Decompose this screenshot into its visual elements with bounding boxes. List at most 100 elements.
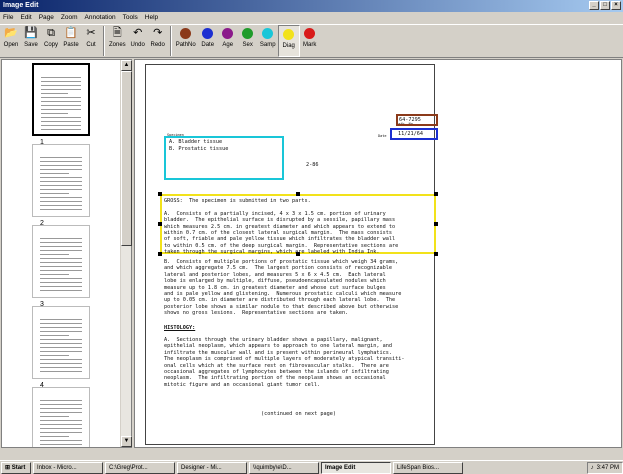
paste-icon: 📋 (64, 27, 78, 39)
thumbnail-text-line (40, 165, 82, 166)
maximize-button[interactable]: □ (600, 1, 610, 10)
redo-arrow-icon: ↷ (153, 27, 163, 39)
histology-paragraph: A. Sections through the urinary bladder … (164, 337, 405, 388)
clock: 3:47 PM (596, 464, 619, 471)
diag-label: Diag (282, 43, 295, 49)
window-controls: _ □ × (589, 1, 621, 10)
thumbnail-text-line (40, 355, 69, 356)
diag-button[interactable]: Diag (277, 25, 300, 57)
redo-button[interactable]: ↷ Redo (148, 25, 168, 57)
page-thumbnail[interactable] (32, 225, 90, 298)
windows-logo-icon: ⊞ (5, 464, 11, 471)
undo-label: Undo (130, 42, 145, 48)
specimen-code: 2-86 (306, 162, 319, 168)
blue-dot-icon (200, 26, 216, 40)
date-button[interactable]: Date (198, 25, 218, 57)
scrollbar-thumb[interactable] (121, 71, 132, 246)
thumbnail-text-line (40, 197, 82, 198)
zones-page-icon: 🗎 (112, 27, 122, 39)
thumbnail-text-line (41, 125, 81, 126)
task-list: Inbox - Micro... C:\Greg\Prot... Designer … (33, 461, 463, 474)
age-label: Age (222, 42, 234, 48)
sex-button[interactable]: Sex (238, 25, 258, 57)
thumbnail-text-line (40, 169, 82, 170)
thumbnail-text-line (40, 351, 82, 352)
mark-button[interactable]: Mark (300, 25, 320, 57)
thumbnail-text-line (40, 440, 82, 441)
redo-label: Redo (150, 42, 165, 48)
undo-button[interactable]: ↶ Undo (128, 25, 148, 57)
page-thumbnail[interactable] (32, 63, 90, 136)
samp-button[interactable]: Samp (258, 25, 278, 57)
thumbnail-text-line (41, 121, 81, 122)
thumbnail-text-line (40, 274, 69, 275)
thumbnail-text-line (40, 432, 82, 433)
toolbar-separator (103, 26, 105, 56)
cut-button[interactable]: ✂ Cut (81, 25, 101, 57)
pathno-button[interactable]: PathNo (174, 25, 198, 57)
resize-handle[interactable] (158, 252, 162, 256)
thumbnail-scrollbar[interactable]: ▲ ▼ (120, 60, 132, 447)
scroll-up-arrow-icon[interactable]: ▲ (121, 60, 132, 71)
page-thumbnail[interactable] (32, 144, 90, 217)
age-button[interactable]: Age (218, 25, 238, 57)
thumbnail-text-line (40, 343, 82, 344)
red-dot-icon (302, 26, 318, 40)
thumbnail-text-line (40, 282, 82, 283)
taskbar-task[interactable]: \\quimby\e\D... (249, 461, 319, 474)
cyan-dot-icon (260, 26, 276, 40)
minimize-button[interactable]: _ (589, 1, 599, 10)
thumbnail-text-line (41, 105, 81, 106)
thumbnail-text-line (40, 347, 82, 348)
close-button[interactable]: × (611, 1, 621, 10)
thumbnail-text-line (41, 113, 68, 114)
document-viewer[interactable]: Path. No. 64-7295 Date 11/21/64 Specimen… (134, 59, 622, 448)
image-edit-window: Image Edit _ □ × File Edit Page Zoom Ann… (0, 0, 623, 474)
page-thumbnail[interactable] (32, 387, 90, 447)
menu-edit[interactable]: Edit (20, 12, 31, 23)
continued-note: (continued on next page) (261, 411, 336, 417)
zones-label: Zones (109, 42, 126, 48)
menu-tools[interactable]: Tools (123, 12, 138, 23)
thumbnail-text-line (40, 209, 82, 210)
resize-handle[interactable] (296, 192, 300, 196)
menu-annotation[interactable]: Annotation (85, 12, 116, 23)
floppy-disk-icon: 💾 (24, 27, 38, 39)
menu-zoom[interactable]: Zoom (61, 12, 78, 23)
menu-page[interactable]: Page (39, 12, 54, 23)
cut-label: Cut (86, 42, 96, 48)
histology-heading: HISTOLOGY: (164, 325, 196, 331)
volume-icon[interactable]: ♪ (591, 463, 594, 473)
thumbnail-text-line (40, 416, 69, 417)
zones-button[interactable]: 🗎 Zones (107, 25, 128, 57)
copy-button[interactable]: ⧉ Copy (41, 25, 61, 57)
thumbnail-text-line (41, 85, 81, 86)
thumbnail-text-line (40, 246, 82, 247)
resize-handle[interactable] (158, 192, 162, 196)
taskbar-task[interactable]: LifeSpan Bios... (393, 461, 463, 474)
start-button[interactable]: ⊞ Start (1, 461, 31, 474)
toolbar: 📂 Open 💾 Save ⧉ Copy 📋 Paste ✂ Cut 🗎 Zones ↶ Undo ↷ Red… (0, 24, 623, 58)
resize-handle[interactable] (158, 222, 162, 226)
resize-handle[interactable] (434, 192, 438, 196)
specimen-a: A. Bladder tissue (169, 139, 223, 145)
thumbnail-text-line (40, 323, 82, 324)
date-label: Date (201, 42, 215, 48)
menu-file[interactable]: File (3, 12, 13, 23)
save-button[interactable]: 💾 Save (21, 25, 41, 57)
taskbar-task[interactable]: C:\Greg\Prot... (105, 461, 175, 474)
page-thumbnail[interactable] (32, 306, 90, 379)
paste-button[interactable]: 📋 Paste (61, 25, 81, 57)
taskbar-task[interactable]: Image Edit (321, 461, 391, 474)
scroll-down-arrow-icon[interactable]: ▼ (121, 436, 132, 447)
taskbar-task[interactable]: Designer - Mi... (177, 461, 247, 474)
taskbar-task[interactable]: Inbox - Micro... (33, 461, 103, 474)
window-title: Image Edit (3, 2, 39, 9)
thumbnail-text-line (40, 286, 82, 287)
yellow-dot-icon (281, 27, 297, 41)
thumbnail-text-line (40, 371, 82, 372)
gross-paragraph: GROSS: The specimen is submitted in two … (164, 198, 399, 256)
open-button[interactable]: 📂 Open (1, 25, 21, 57)
thumbnail-text-line (40, 339, 82, 340)
menu-help[interactable]: Help (145, 12, 158, 23)
